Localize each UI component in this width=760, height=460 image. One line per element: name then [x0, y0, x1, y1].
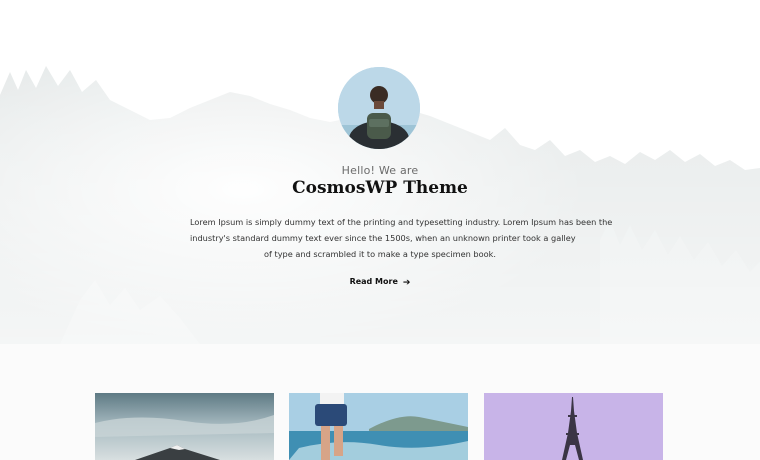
avatar: [338, 67, 420, 149]
page-title: CosmosWP Theme: [292, 178, 468, 198]
hero-greeting: Hello! We are: [341, 164, 419, 177]
hero-section: Hello! We are CosmosWP Theme Lorem Ipsum…: [0, 0, 760, 344]
hero-description: Lorem Ipsum is simply dummy text of the …: [190, 214, 613, 262]
read-more-link[interactable]: Read More ➔: [0, 277, 760, 288]
description-line: of type and scrambled it to make a type …: [264, 249, 496, 259]
read-more-label: Read More: [349, 277, 398, 286]
hiker-photo: [338, 67, 420, 149]
arrow-right-icon: ➔: [402, 277, 411, 288]
mountain-landscape-image: [95, 393, 274, 460]
beach-person-image: [289, 393, 468, 460]
post-card-mountain[interactable]: [95, 393, 274, 460]
eiffel-tower-image: [484, 393, 663, 460]
description-line: industry's standard dummy text ever sinc…: [190, 233, 576, 243]
description-line: Lorem Ipsum is simply dummy text of the …: [190, 217, 613, 227]
post-card-paris[interactable]: [484, 393, 663, 460]
post-card-beach[interactable]: [289, 393, 468, 460]
